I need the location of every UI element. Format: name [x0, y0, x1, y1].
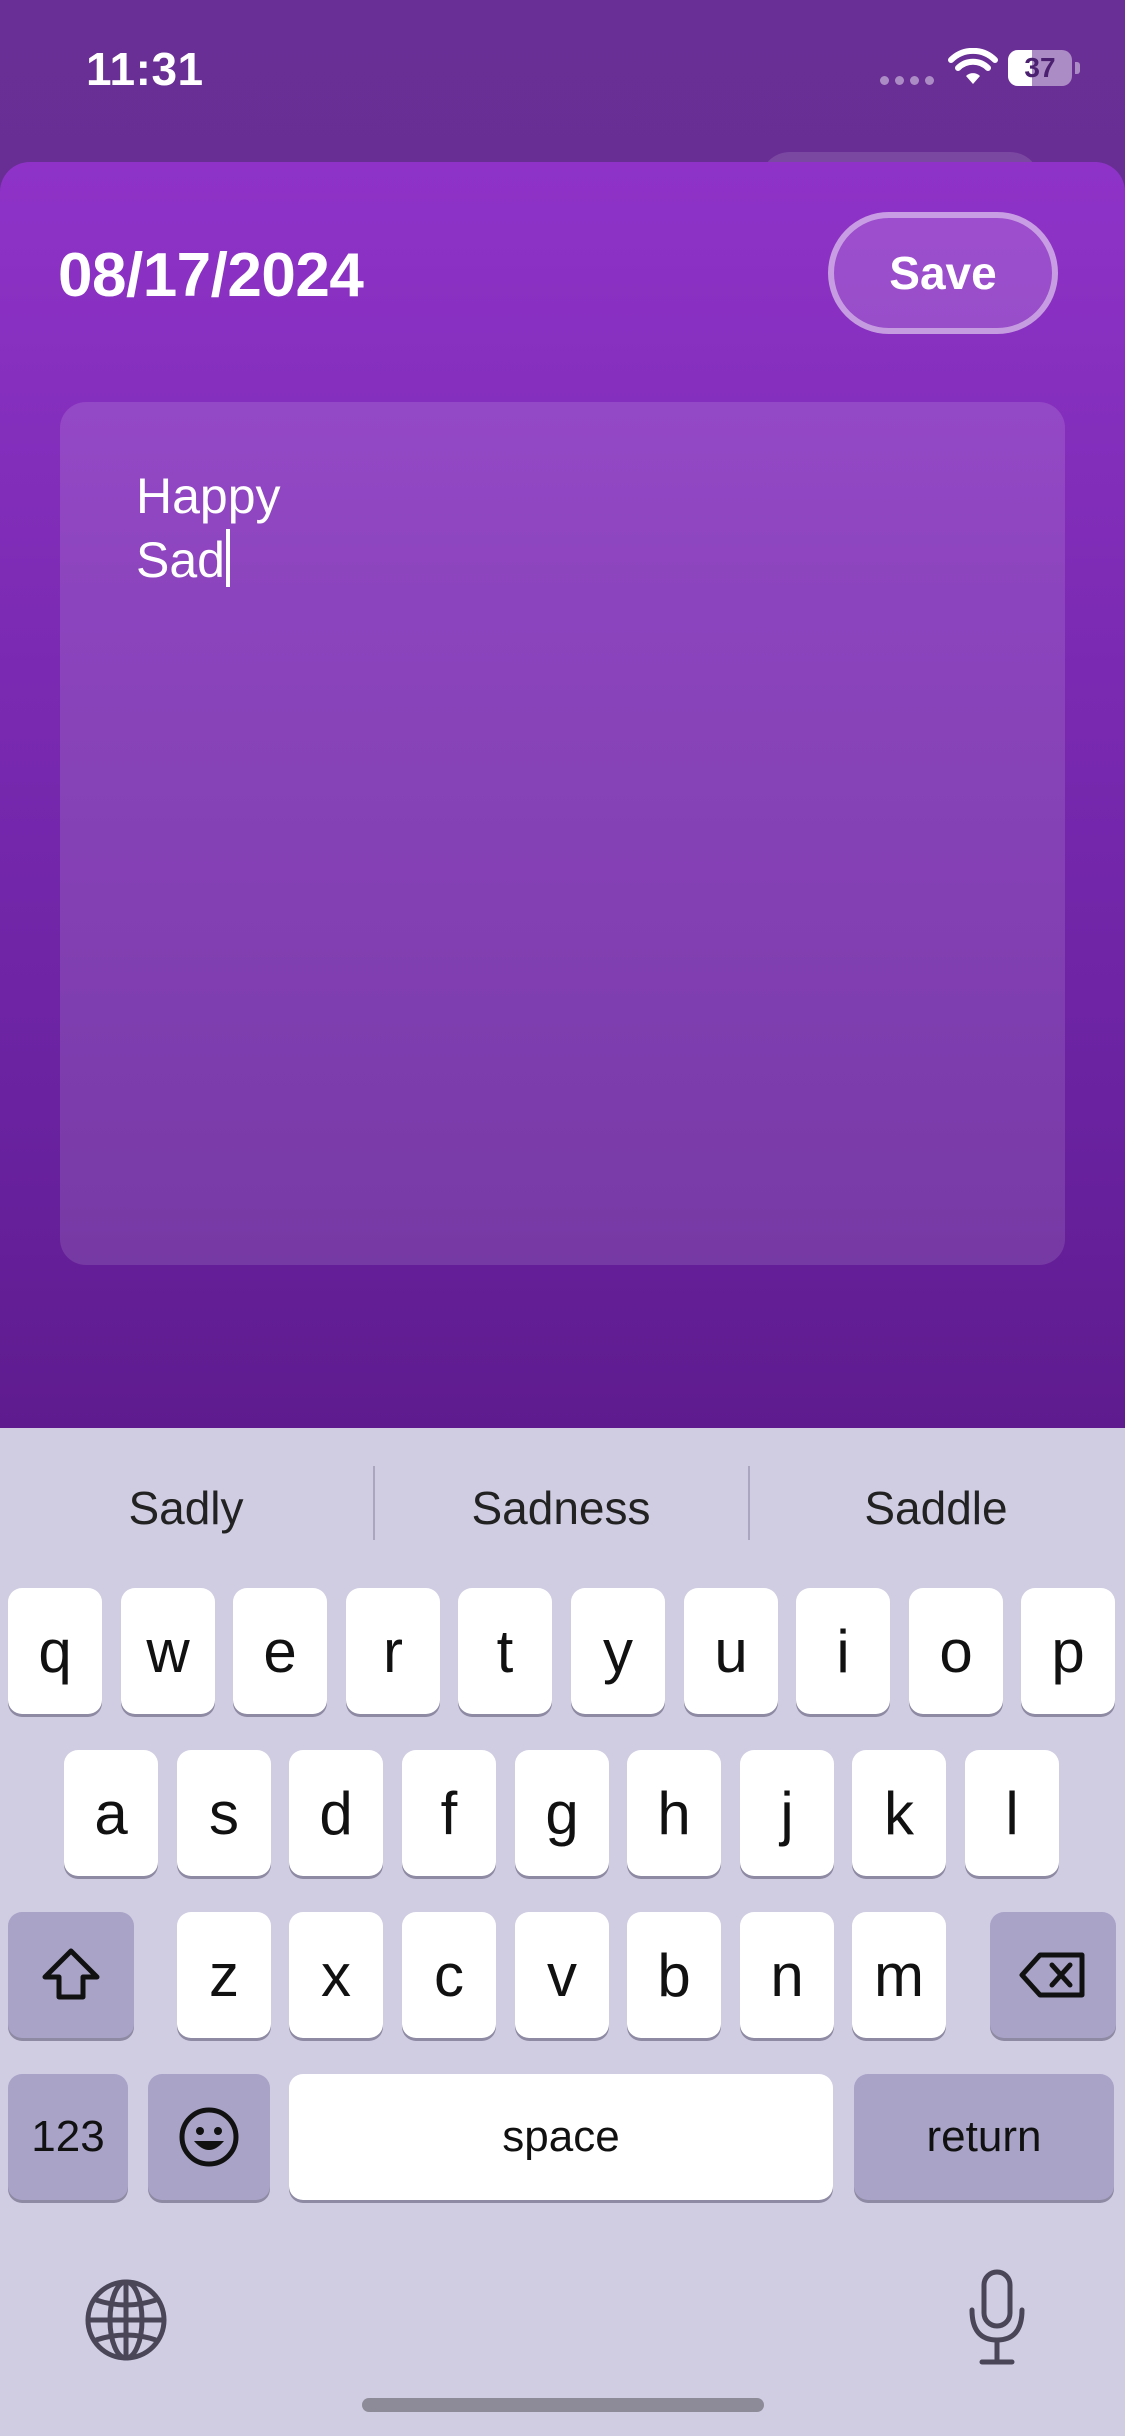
key-e[interactable]: e — [233, 1588, 327, 1714]
key-i[interactable]: i — [796, 1588, 890, 1714]
key-o[interactable]: o — [909, 1588, 1003, 1714]
page-title: 08/17/2024 — [58, 241, 364, 310]
key-x[interactable]: x — [289, 1912, 383, 2038]
key-d[interactable]: d — [289, 1750, 383, 1876]
shift-icon — [42, 1948, 100, 2000]
key-t[interactable]: t — [458, 1588, 552, 1714]
key-l[interactable]: l — [965, 1750, 1059, 1876]
key-s[interactable]: s — [177, 1750, 271, 1876]
text-cursor — [225, 529, 230, 587]
emoji-key[interactable] — [148, 2074, 270, 2200]
entry-text-area[interactable]: Happy Sad — [60, 402, 1065, 1265]
emoji-icon — [179, 2107, 239, 2167]
key-c[interactable]: c — [402, 1912, 496, 2038]
key-z[interactable]: z — [177, 1912, 271, 2038]
key-n[interactable]: n — [740, 1912, 834, 2038]
suggestion-3[interactable]: Saddle — [750, 1458, 1122, 1558]
return-key[interactable]: return — [854, 2074, 1114, 2200]
battery-icon: 37 — [1008, 50, 1072, 86]
status-time: 11:31 — [86, 43, 204, 95]
key-y[interactable]: y — [571, 1588, 665, 1714]
home-indicator[interactable] — [362, 2398, 764, 2412]
cellular-signal-icon — [880, 76, 934, 85]
key-b[interactable]: b — [627, 1912, 721, 2038]
numbers-key[interactable]: 123 — [8, 2074, 128, 2200]
key-p[interactable]: p — [1021, 1588, 1115, 1714]
key-u[interactable]: u — [684, 1588, 778, 1714]
suggestion-bar: Sadly Sadness Saddle — [0, 1428, 1125, 1588]
key-j[interactable]: j — [740, 1750, 834, 1876]
delete-icon — [1019, 1952, 1085, 1998]
entry-line-1: Happy — [136, 468, 281, 524]
suggestion-1[interactable]: Sadly — [0, 1458, 372, 1558]
entry-line-2: Sad — [136, 528, 989, 592]
space-key[interactable]: space — [289, 2074, 833, 2200]
keyboard: Sadly Sadness Saddle q w e r t y u i o p… — [0, 1428, 1125, 2436]
key-m[interactable]: m — [852, 1912, 946, 2038]
status-bar: 11:31 37 — [0, 0, 1125, 140]
key-k[interactable]: k — [852, 1750, 946, 1876]
battery-level: 37 — [1024, 52, 1056, 83]
shift-key[interactable] — [8, 1912, 134, 2038]
key-q[interactable]: q — [8, 1588, 102, 1714]
key-h[interactable]: h — [627, 1750, 721, 1876]
battery-cap — [1075, 62, 1080, 74]
globe-icon[interactable] — [82, 2276, 170, 2364]
save-button[interactable]: Save — [828, 212, 1058, 334]
key-g[interactable]: g — [515, 1750, 609, 1876]
suggestion-2[interactable]: Sadness — [375, 1458, 747, 1558]
wifi-icon — [948, 48, 998, 84]
key-r[interactable]: r — [346, 1588, 440, 1714]
key-w[interactable]: w — [121, 1588, 215, 1714]
key-a[interactable]: a — [64, 1750, 158, 1876]
key-v[interactable]: v — [515, 1912, 609, 2038]
mic-icon[interactable] — [962, 2268, 1032, 2368]
delete-key[interactable] — [990, 1912, 1116, 2038]
key-f[interactable]: f — [402, 1750, 496, 1876]
entry-line-2-text: Sad — [136, 532, 225, 588]
